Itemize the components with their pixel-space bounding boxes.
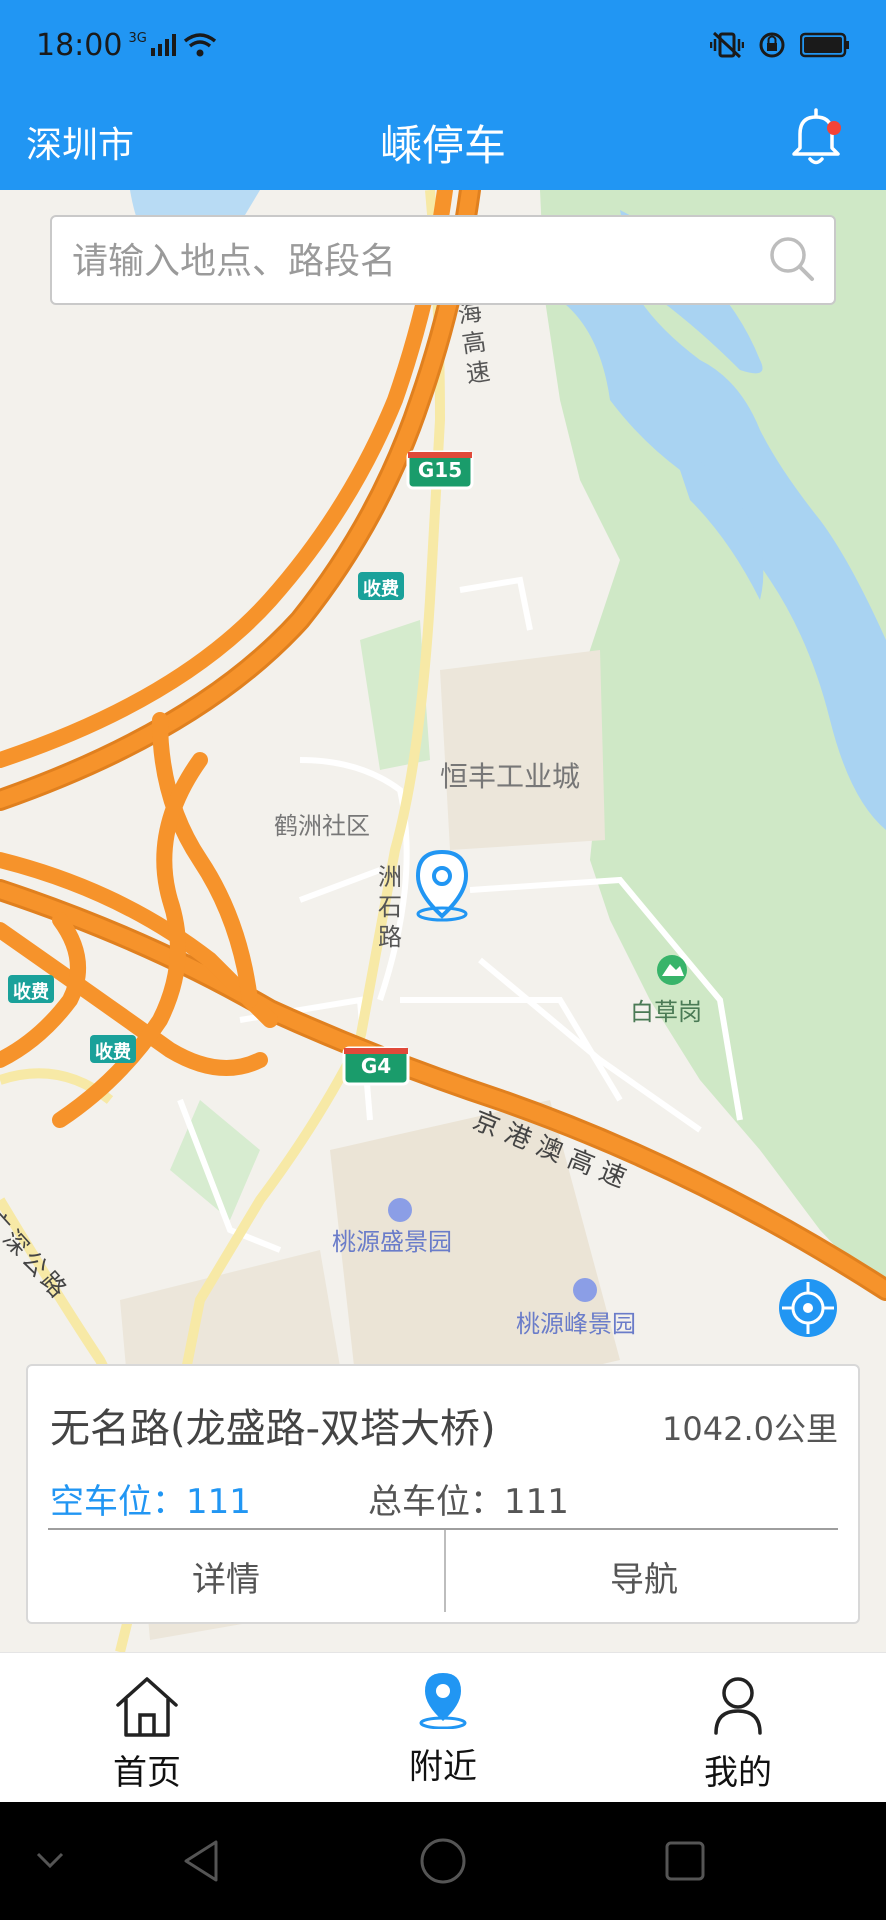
location-marker-icon [415, 849, 469, 922]
notification-bell-icon[interactable] [786, 104, 846, 170]
tab-home-label: 首页 [113, 1753, 181, 1793]
search-input[interactable] [70, 217, 764, 305]
recents-icon[interactable] [660, 1836, 710, 1886]
search-box [50, 215, 836, 305]
chevron-down-icon[interactable] [30, 1846, 70, 1876]
poi-label-taoyuan-feng: 桃源峰景园 [516, 1310, 636, 1338]
wifi-icon [183, 33, 216, 57]
toll-label: 收费 [363, 579, 399, 600]
signal-icon [150, 34, 176, 56]
poi-icon [388, 1198, 412, 1222]
status-bar: 18:00 3G [0, 0, 886, 90]
home-circle-icon[interactable] [418, 1836, 468, 1886]
page-title: 嵊停车 [379, 121, 506, 170]
toll-label: 收费 [13, 982, 49, 1003]
network-type: 3G [128, 30, 147, 46]
bottom-tab-bar: 首页 附近 我的 [0, 1652, 886, 1803]
parking-info-card: 无名路(龙盛路-双塔大桥) 1042.0公里 空车位：111 总车位：111 详… [26, 1364, 860, 1624]
home-icon [116, 1677, 178, 1737]
rotation-lock-icon [759, 32, 785, 58]
user-icon [714, 1677, 762, 1735]
tab-home[interactable]: 首页 [47, 1653, 247, 1803]
free-spaces: 空车位：111 [50, 1482, 251, 1522]
g15-label: G15 [417, 458, 463, 482]
poi-label-hezhou: 鹤洲社区 [274, 812, 370, 840]
vibrate-icon [710, 31, 744, 59]
road-label-zhoushi: 洲 石 路 [378, 863, 402, 951]
back-icon[interactable] [178, 1836, 228, 1886]
status-time: 18:00 [36, 27, 123, 63]
navigate-button[interactable]: 导航 [446, 1530, 842, 1622]
search-icon[interactable] [766, 233, 818, 285]
system-nav-bar [0, 1802, 886, 1920]
urban-block [440, 650, 605, 850]
notification-dot [827, 121, 841, 135]
road-name: 无名路(龙盛路-双塔大桥) [50, 1406, 496, 1452]
distance: 1042.0公里 [662, 1410, 838, 1448]
poi-label-baicaogang: 白草岗 [630, 998, 702, 1026]
tab-mine-label: 我的 [704, 1753, 772, 1793]
tab-nearby[interactable]: 附近 [343, 1653, 543, 1803]
battery-icon [800, 32, 849, 58]
tab-mine[interactable]: 我的 [638, 1653, 838, 1803]
location-pin-icon [419, 1673, 467, 1729]
app-header: 深圳市 嵊停车 [0, 90, 886, 190]
poi-label-taoyuan-sheng: 桃源盛景园 [332, 1228, 452, 1256]
locate-me-button[interactable] [778, 1278, 838, 1338]
green-area [170, 1100, 260, 1220]
toll-label: 收费 [95, 1042, 131, 1063]
detail-button[interactable]: 详情 [28, 1530, 424, 1622]
poi-icon [573, 1278, 597, 1302]
poi-label-hengfeng: 恒丰工业城 [440, 760, 581, 793]
g4-label: G4 [360, 1054, 392, 1078]
tab-nearby-label: 附近 [409, 1747, 477, 1787]
total-spaces: 总车位：111 [368, 1482, 569, 1522]
